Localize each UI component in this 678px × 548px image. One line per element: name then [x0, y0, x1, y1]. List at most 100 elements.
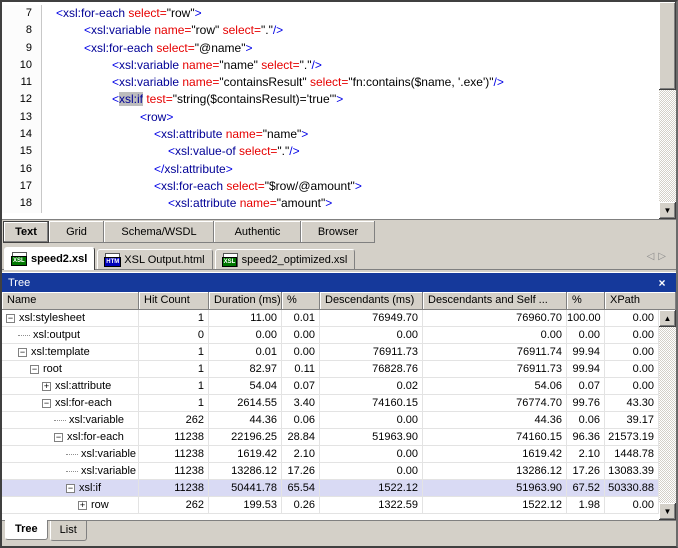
node-name: xsl:for-each — [55, 395, 112, 411]
code-line: 14<xsl:attribute name="name"> — [2, 126, 659, 143]
value-cell: 54.04 — [209, 378, 282, 394]
code-line: 15<xsl:value-of select="."/> — [2, 143, 659, 160]
column-header-hit-count[interactable]: Hit Count — [139, 292, 209, 310]
value-cell: 1 — [139, 310, 209, 326]
code-text: <xsl:attribute name="name"> — [42, 126, 308, 143]
tree-name-cell: −xsl:stylesheet — [2, 310, 139, 326]
value-cell: 0.00 — [282, 344, 320, 360]
value-cell: 11238 — [139, 480, 209, 496]
value-cell: 44.36 — [423, 412, 567, 428]
document-icon: XSL — [12, 252, 27, 266]
value-cell: 96.36 — [567, 429, 605, 445]
close-icon[interactable]: × — [654, 276, 670, 290]
collapse-icon[interactable]: − — [42, 399, 51, 408]
value-cell: 0.01 — [209, 344, 282, 360]
scroll-down-button[interactable]: ▼ — [659, 503, 676, 520]
value-cell: 22196.25 — [209, 429, 282, 445]
value-cell: 67.52 — [567, 480, 605, 496]
value-cell: 1322.59 — [320, 497, 423, 513]
result-tab-tree[interactable]: Tree — [5, 520, 48, 540]
value-cell: 82.97 — [209, 361, 282, 377]
view-tab-text[interactable]: Text — [3, 221, 49, 243]
scroll-down-button[interactable]: ▼ — [659, 202, 676, 219]
code-line: 9<xsl:for-each select="@name"> — [2, 40, 659, 57]
table-row[interactable]: xsl:output00.000.000.000.000.000.00 — [2, 327, 659, 344]
result-tab-list[interactable]: List — [50, 521, 87, 541]
collapse-icon[interactable]: − — [66, 484, 75, 493]
app-window: 7<xsl:for-each select="row">8<xsl:variab… — [0, 0, 678, 548]
expand-icon[interactable]: + — [78, 501, 87, 510]
view-tab-authentic[interactable]: Authentic — [214, 221, 301, 243]
view-tab-schema-wsdl[interactable]: Schema/WSDL — [104, 221, 214, 243]
table-row[interactable]: xsl:variable1123813286.1217.260.0013286.… — [2, 463, 659, 480]
column-header-xpath[interactable]: XPath — [605, 292, 676, 310]
code-line: 17<xsl:for-each select="$row/@amount"> — [2, 178, 659, 195]
collapse-icon[interactable]: − — [30, 365, 39, 374]
value-cell: 0.00 — [320, 412, 423, 428]
code-editor[interactable]: 7<xsl:for-each select="row">8<xsl:variab… — [2, 2, 676, 220]
value-cell: 0.00 — [423, 327, 567, 343]
table-row[interactable]: −xsl:if1123850441.7865.541522.1251963.90… — [2, 480, 659, 497]
tree-name-cell: xsl:output — [2, 327, 139, 343]
file-tab-label: XSL Output.html — [124, 254, 204, 266]
code-text: </xsl:attribute> — [42, 161, 233, 178]
scroll-up-button[interactable]: ▲ — [659, 310, 676, 327]
value-cell: 0.00 — [320, 446, 423, 462]
value-cell: 262 — [139, 497, 209, 513]
table-row[interactable]: −xsl:for-each1123822196.2528.8451963.907… — [2, 429, 659, 446]
view-tab-browser[interactable]: Browser — [301, 221, 375, 243]
highlighted-token: xsl:if — [119, 92, 143, 106]
column-header-descendants-and-self[interactable]: Descendants and Self ... — [423, 292, 567, 310]
file-tab-xsl-output-html[interactable]: HTMXSL Output.html — [97, 249, 212, 269]
tab-scroll-right-icon[interactable]: ▷ — [658, 251, 670, 262]
value-cell: 76949.70 — [320, 310, 423, 326]
value-cell: 2614.55 — [209, 395, 282, 411]
table-row[interactable]: −xsl:template10.010.0076911.7376911.7499… — [2, 344, 659, 361]
editor-vertical-scrollbar[interactable]: ▼ — [659, 2, 676, 219]
view-tab-grid[interactable]: Grid — [49, 221, 104, 243]
scrollbar-track[interactable] — [659, 327, 676, 503]
column-header-duration-ms[interactable]: Duration (ms) — [209, 292, 282, 310]
value-cell: 2.10 — [282, 446, 320, 462]
file-tab-speed2-xsl[interactable]: XSLspeed2.xsl — [4, 247, 95, 270]
value-cell: 13083.39 — [605, 463, 659, 479]
value-cell: 1 — [139, 344, 209, 360]
table-row[interactable]: xsl:variable26244.360.060.0044.360.0639.… — [2, 412, 659, 429]
value-cell: 76911.73 — [320, 344, 423, 360]
line-number: 10 — [2, 57, 42, 74]
value-cell: 11238 — [139, 429, 209, 445]
column-header-name[interactable]: Name — [2, 292, 139, 310]
scrollbar-thumb[interactable] — [659, 2, 676, 90]
column-header-[interactable]: % — [567, 292, 605, 310]
value-cell: 1522.12 — [320, 480, 423, 496]
table-row[interactable]: −xsl:stylesheet111.000.0176949.7076960.7… — [2, 310, 659, 327]
table-row[interactable]: xsl:variable112381619.422.100.001619.422… — [2, 446, 659, 463]
column-header-[interactable]: % — [282, 292, 320, 310]
table-row[interactable]: +xsl:attribute154.040.070.0254.060.070.0… — [2, 378, 659, 395]
line-number: 15 — [2, 143, 42, 160]
tab-scroll-left-icon[interactable]: ◁ — [647, 251, 659, 262]
collapse-icon[interactable]: − — [6, 314, 15, 323]
value-cell: 11238 — [139, 446, 209, 462]
table-row[interactable]: −root182.970.1176828.7676911.7399.940.00 — [2, 361, 659, 378]
file-tab-label: speed2_optimized.xsl — [242, 254, 348, 266]
column-header-descendants-ms[interactable]: Descendants (ms) — [320, 292, 423, 310]
file-tab-speed2-optimized-xsl[interactable]: XSLspeed2_optimized.xsl — [215, 249, 356, 269]
tree-name-cell: +xsl:attribute — [2, 378, 139, 394]
code-line: 11<xsl:variable name="containsResult" se… — [2, 74, 659, 91]
table-row[interactable]: −xsl:for-each12614.553.4074160.1576774.7… — [2, 395, 659, 412]
expand-icon[interactable]: + — [42, 382, 51, 391]
table-vertical-scrollbar[interactable]: ▲ ▼ — [659, 310, 676, 520]
value-cell: 28.84 — [282, 429, 320, 445]
table-row[interactable]: +row262199.530.261322.591522.121.980.00 — [2, 497, 659, 514]
value-cell: 76911.73 — [423, 361, 567, 377]
file-type-badge: XSL — [11, 256, 27, 266]
node-name: xsl:template — [31, 344, 90, 360]
value-cell: 1 — [139, 378, 209, 394]
scrollbar-track[interactable] — [659, 90, 676, 202]
tab-scroll-arrows[interactable]: ◁▷ — [647, 251, 670, 262]
collapse-icon[interactable]: − — [54, 433, 63, 442]
collapse-icon[interactable]: − — [18, 348, 27, 357]
value-cell: 11.00 — [209, 310, 282, 326]
code-text: <xsl:if test="string($containsResult)='t… — [42, 91, 343, 108]
